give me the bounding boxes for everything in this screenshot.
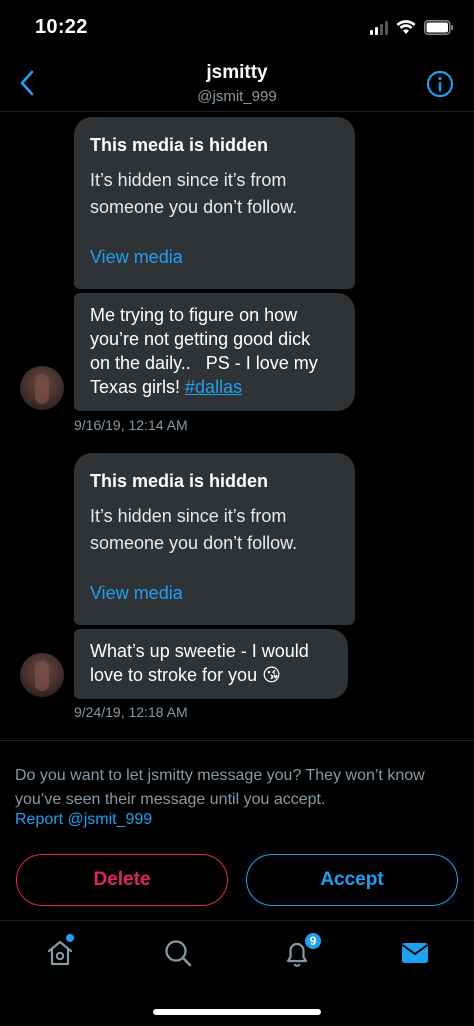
home-new-indicator [66,934,74,942]
message-text: Texas girls! [90,377,186,397]
hashtag-link[interactable]: #dallas [185,377,242,397]
message-line: love to stroke for you 😘 [90,665,281,685]
messages-icon [401,943,429,963]
hidden-media-body: It’s hidden since it’s from someone you … [90,503,339,557]
avatar[interactable] [20,366,64,410]
message-line: on the daily.. PS - I love my [90,353,318,373]
view-media-link[interactable]: View media [90,245,339,269]
notification-badge: 9 [303,931,323,951]
signal-icon [370,20,388,35]
battery-icon [424,20,453,35]
hidden-media-body-line: someone you don’t follow. [90,197,298,217]
accept-button[interactable]: Accept [246,854,458,906]
status-bar: 10:22 [0,0,474,54]
info-button[interactable] [426,70,454,98]
message-request-prompt-line: you’ve seen their message until you acce… [15,791,326,808]
home-indicator[interactable] [153,1009,321,1015]
hidden-media-body-line: someone you don’t follow. [90,533,298,553]
hidden-media-card: This media is hidden It’s hidden since i… [74,453,355,625]
message-line: Me trying to figure on how [90,305,298,325]
message-bubble: What’s up sweetie - I would love to stro… [74,629,348,699]
search-icon [165,940,192,967]
message-request-prompt: Do you want to let jsmitty message you? … [15,764,465,812]
conversation-header: jsmitty @jsmit_999 [0,54,474,112]
divider [0,740,474,741]
message-line: Texas girls! #dallas [90,375,339,399]
info-icon [426,70,454,98]
message-bubble: Me trying to figure on how you’re not ge… [74,293,355,411]
status-time: 10:22 [35,16,88,38]
hidden-media-body-line: It’s hidden since it’s from [90,506,287,526]
conversation-name: jsmitty [206,62,268,83]
report-link[interactable]: Report @jsmit_999 [15,811,152,829]
wifi-icon [396,20,416,34]
message-request-prompt-line: Do you want to let jsmitty message you? … [15,767,425,784]
view-media-link[interactable]: View media [90,581,339,605]
conversation-handle: @jsmit_999 [197,88,277,105]
status-icons [370,20,454,35]
avatar[interactable] [20,653,64,697]
tab-messages[interactable] [397,935,433,971]
message-line: you’re not getting good dick [90,329,311,349]
hidden-media-card: This media is hidden It’s hidden since i… [74,117,355,289]
message-timestamp: 9/24/19, 12:18 AM [74,704,188,720]
hidden-media-body-line: It’s hidden since it’s from [90,170,287,190]
hidden-media-title: This media is hidden [90,135,269,155]
message-timestamp: 9/16/19, 12:14 AM [74,417,188,433]
tab-search[interactable] [160,935,196,971]
hidden-media-title: This media is hidden [90,471,269,491]
delete-button[interactable]: Delete [16,854,228,906]
message-line: What’s up sweetie - I would [90,641,309,661]
hidden-media-body: It’s hidden since it’s from someone you … [90,167,339,221]
